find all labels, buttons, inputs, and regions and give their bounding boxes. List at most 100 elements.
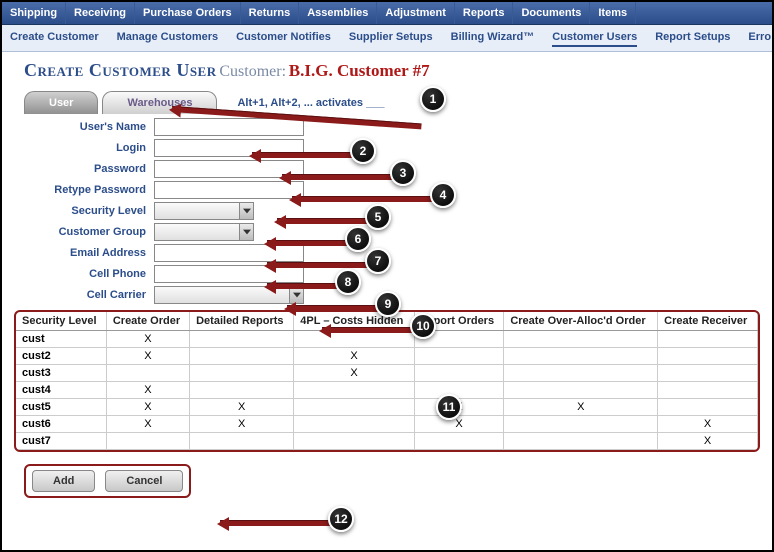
grid-cell: X [658,416,758,433]
topnav-item[interactable]: Items [590,2,636,24]
cancel-button[interactable]: Cancel [105,470,183,492]
grid-level-cell: cust2 [16,348,106,365]
grid-cell [190,348,294,365]
select-security-level[interactable] [154,202,254,220]
grid-level-cell: cust5 [16,399,106,416]
subnav-item[interactable]: Supplier Setups [349,29,433,47]
grid-cell [658,365,758,382]
grid-cell: X [106,416,189,433]
grid-cell [190,382,294,399]
top-nav: ShippingReceivingPurchase OrdersReturnsA… [2,2,772,25]
grid-cell [190,365,294,382]
grid-cell: X [190,399,294,416]
grid-cell [658,382,758,399]
grid-level-cell: cust6 [16,416,106,433]
table-row: cust5XXXX [16,399,758,416]
form-area: User's Name Login Password Retype Passwo… [24,118,750,304]
select-customer-group[interactable] [154,223,254,241]
subnav-item[interactable]: Billing Wizard™ [451,29,535,47]
grid-cell [658,348,758,365]
grid-cell [190,331,294,348]
subnav-item[interactable]: Create Customer [10,29,99,47]
label-security-level: Security Level [24,205,154,217]
grid-cell [106,365,189,382]
grid-header: Security Level [16,312,106,331]
topnav-item[interactable]: Reports [455,2,514,24]
grid-level-cell: cust [16,331,106,348]
table-row: cust6XXXX [16,416,758,433]
grid-cell [414,433,504,450]
grid-level-cell: cust3 [16,365,106,382]
topnav-item[interactable]: Documents [513,2,590,24]
subnav-item[interactable]: Customer Notifies [236,29,331,47]
table-row: cust2XX [16,348,758,365]
table-row: custX [16,331,758,348]
tabs-row: User Warehouses Alt+1, Alt+2, ... activa… [24,91,772,114]
input-email[interactable] [154,244,304,262]
grid-cell [658,399,758,416]
topnav-item[interactable]: Shipping [2,2,66,24]
subnav-item[interactable]: Customer Users [552,29,637,47]
subnav-item[interactable]: Report Setups [655,29,730,47]
grid-cell [106,433,189,450]
grid-header: Create Receiver [658,312,758,331]
grid-cell [190,433,294,450]
grid-cell: X [294,348,414,365]
grid-cell [414,348,504,365]
label-customer-group: Customer Group [24,226,154,238]
topnav-item[interactable]: Purchase Orders [135,2,241,24]
topnav-item[interactable]: Receiving [66,2,135,24]
button-row: Add Cancel [24,464,772,498]
grid-cell: X [504,399,658,416]
grid-cell: X [106,331,189,348]
label-password: Password [24,163,154,175]
grid-header: Create Over-Alloc'd Order [504,312,658,331]
grid-cell: X [106,348,189,365]
subnav-item[interactable]: Erro [748,29,771,47]
label-email: Email Address [24,247,154,259]
label-cell-phone: Cell Phone [24,268,154,280]
grid-cell [294,399,414,416]
topnav-item[interactable]: Adjustment [377,2,455,24]
add-button[interactable]: Add [32,470,95,492]
tabs-hint: Alt+1, Alt+2, ... activates ___ [237,97,384,109]
grid-cell: X [106,399,189,416]
table-row: cust4X [16,382,758,399]
topnav-item[interactable]: Assemblies [299,2,377,24]
table-row: cust3 X [16,365,758,382]
grid-cell: X [294,365,414,382]
grid-cell [504,331,658,348]
chevron-down-icon [239,203,253,219]
input-users-name[interactable] [154,118,304,136]
grid-cell [294,433,414,450]
subnav-item[interactable]: Manage Customers [117,29,218,47]
grid-level-cell: cust4 [16,382,106,399]
grid-header: Create Order [106,312,189,331]
label-users-name: User's Name [24,121,154,133]
title-main: Create Customer User [24,60,217,80]
grid-cell [414,365,504,382]
button-box-highlight: Add Cancel [24,464,191,498]
page-title: Create Customer User Customer: B.I.G. Cu… [2,52,772,85]
title-customer-name: B.I.G. Customer #7 [289,61,430,80]
grid-cell [658,331,758,348]
grid-level-cell: cust7 [16,433,106,450]
grid-cell: X [190,416,294,433]
grid-cell [504,382,658,399]
topnav-item[interactable]: Returns [241,2,300,24]
sub-nav: Create Customer Manage Customers Customer … [2,25,772,52]
grid-cell: X [658,433,758,450]
grid-header: Import Orders [414,312,504,331]
grid-cell [414,382,504,399]
grid-cell [294,416,414,433]
tab-user[interactable]: User [24,91,98,114]
chevron-down-icon [289,287,303,303]
title-customer-label: Customer: [219,63,286,80]
label-retype-password: Retype Password [24,184,154,196]
grid-cell: X [414,416,504,433]
grid-cell [504,433,658,450]
table-row: cust7 X [16,433,758,450]
grid-cell: X [414,399,504,416]
grid-cell [504,348,658,365]
grid-cell [414,331,504,348]
